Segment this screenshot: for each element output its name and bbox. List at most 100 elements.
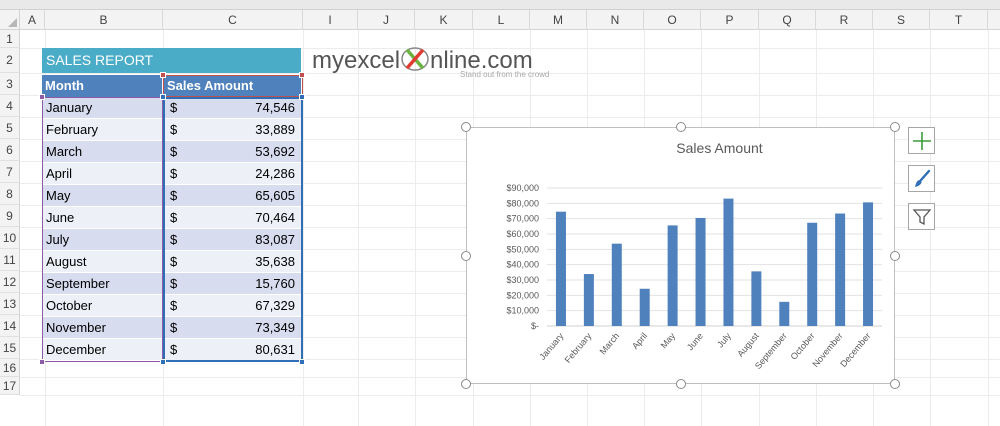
- amount-cell[interactable]: $24,286: [164, 163, 301, 185]
- chart-resize-handle[interactable]: [676, 122, 686, 132]
- chart-styles-button[interactable]: [908, 165, 935, 192]
- amount-value: 83,087: [255, 232, 295, 247]
- chart-title[interactable]: Sales Amount: [676, 140, 762, 156]
- chart-resize-handle[interactable]: [890, 122, 900, 132]
- amount-selection-handle[interactable]: [160, 94, 166, 100]
- chart-resize-handle[interactable]: [461, 251, 471, 261]
- row-header[interactable]: 4: [0, 95, 20, 117]
- amount-cell[interactable]: $65,605: [164, 185, 301, 207]
- bar[interactable]: [863, 202, 874, 326]
- amount-cell[interactable]: $73,349: [164, 317, 301, 339]
- bar[interactable]: [639, 288, 650, 326]
- month-cell[interactable]: April: [42, 163, 162, 185]
- month-cell[interactable]: May: [42, 185, 162, 207]
- month-cell[interactable]: February: [42, 119, 162, 141]
- month-cell[interactable]: January: [42, 97, 162, 119]
- chart-resize-handle[interactable]: [461, 122, 471, 132]
- column-header[interactable]: L: [473, 10, 530, 30]
- amount-selection-handle[interactable]: [160, 359, 166, 365]
- row-header[interactable]: 16: [0, 359, 20, 377]
- month-cell[interactable]: October: [42, 295, 162, 317]
- column-header[interactable]: M: [530, 10, 587, 30]
- month-cell[interactable]: June: [42, 207, 162, 229]
- bar[interactable]: [555, 211, 566, 326]
- bar[interactable]: [835, 213, 846, 326]
- bar[interactable]: [667, 225, 678, 326]
- column-header[interactable]: N: [587, 10, 644, 30]
- amount-cell[interactable]: $74,546: [164, 97, 301, 119]
- amount-cell[interactable]: $80,631: [164, 339, 301, 361]
- column-header[interactable]: B: [45, 10, 163, 30]
- amount-value: 70,464: [255, 210, 295, 225]
- chart-resize-handle[interactable]: [890, 251, 900, 261]
- amount-cell[interactable]: $70,464: [164, 207, 301, 229]
- row-header[interactable]: 13: [0, 293, 20, 315]
- chart-filters-button[interactable]: [908, 203, 935, 230]
- row-header[interactable]: 14: [0, 315, 20, 337]
- row-header[interactable]: 12: [0, 271, 20, 293]
- amount-cell[interactable]: $53,692: [164, 141, 301, 163]
- month-cell[interactable]: July: [42, 229, 162, 251]
- row-header[interactable]: 5: [0, 117, 20, 139]
- column-header[interactable]: R: [816, 10, 873, 30]
- bar[interactable]: [779, 301, 790, 326]
- month-cell[interactable]: November: [42, 317, 162, 339]
- bar[interactable]: [611, 243, 622, 326]
- bar[interactable]: [751, 271, 762, 326]
- month-cell[interactable]: December: [42, 339, 162, 361]
- amount-cell[interactable]: $83,087: [164, 229, 301, 251]
- column-header[interactable]: J: [358, 10, 415, 30]
- select-all-corner[interactable]: [0, 10, 20, 30]
- month-cell[interactable]: September: [42, 273, 162, 295]
- row-header[interactable]: 11: [0, 249, 20, 271]
- column-header[interactable]: P: [701, 10, 759, 30]
- sales-chart[interactable]: Sales Amount $- $10,000 $20,000 $30,000 $40,0…: [466, 127, 895, 384]
- month-header[interactable]: Month: [42, 75, 162, 97]
- chart-resize-handle[interactable]: [890, 379, 900, 389]
- currency-symbol: $: [170, 188, 178, 203]
- bar[interactable]: [583, 274, 594, 326]
- header-selection-handle[interactable]: [160, 72, 166, 78]
- amount-cell[interactable]: $15,760: [164, 273, 301, 295]
- row-header[interactable]: 2: [0, 48, 20, 73]
- month-cell[interactable]: August: [42, 251, 162, 273]
- amount-cell[interactable]: $67,329: [164, 295, 301, 317]
- column-header[interactable]: I: [303, 10, 358, 30]
- column-header[interactable]: S: [873, 10, 930, 30]
- month-cell[interactable]: March: [42, 141, 162, 163]
- month-selection-handle[interactable]: [39, 359, 45, 365]
- bar[interactable]: [695, 217, 706, 326]
- amount-cell[interactable]: $33,889: [164, 119, 301, 141]
- month-selection-handle[interactable]: [39, 94, 45, 100]
- row-header[interactable]: 10: [0, 227, 20, 249]
- chart-resize-handle[interactable]: [676, 379, 686, 389]
- chart-elements-button[interactable]: [908, 127, 935, 154]
- header-selection-handle[interactable]: [299, 72, 305, 78]
- x-tick-label: March: [598, 331, 622, 357]
- column-header[interactable]: C: [163, 10, 303, 30]
- column-header[interactable]: O: [644, 10, 701, 30]
- amount-header[interactable]: Sales Amount: [164, 75, 301, 97]
- row-header[interactable]: 7: [0, 161, 20, 183]
- amount-selection-handle[interactable]: [299, 359, 305, 365]
- x-tick-label: August: [735, 330, 761, 358]
- column-header[interactable]: K: [415, 10, 473, 30]
- row-header[interactable]: 9: [0, 205, 20, 227]
- amount-value: 74,546: [255, 100, 295, 115]
- row-header[interactable]: 6: [0, 139, 20, 161]
- row-header[interactable]: 8: [0, 183, 20, 205]
- column-header[interactable]: Q: [759, 10, 816, 30]
- amount-selection-handle[interactable]: [299, 94, 305, 100]
- chart-resize-handle[interactable]: [461, 379, 471, 389]
- y-tick-label: $30,000: [506, 275, 539, 285]
- bar[interactable]: [807, 222, 818, 326]
- column-header[interactable]: T: [930, 10, 988, 30]
- column-header[interactable]: A: [20, 10, 45, 30]
- row-header[interactable]: 1: [0, 30, 20, 48]
- row-header[interactable]: 3: [0, 73, 20, 95]
- amount-cell[interactable]: $35,638: [164, 251, 301, 273]
- report-title[interactable]: SALES REPORT: [42, 48, 301, 73]
- row-header[interactable]: 15: [0, 337, 20, 359]
- row-header[interactable]: 17: [0, 377, 20, 395]
- bar[interactable]: [723, 198, 734, 326]
